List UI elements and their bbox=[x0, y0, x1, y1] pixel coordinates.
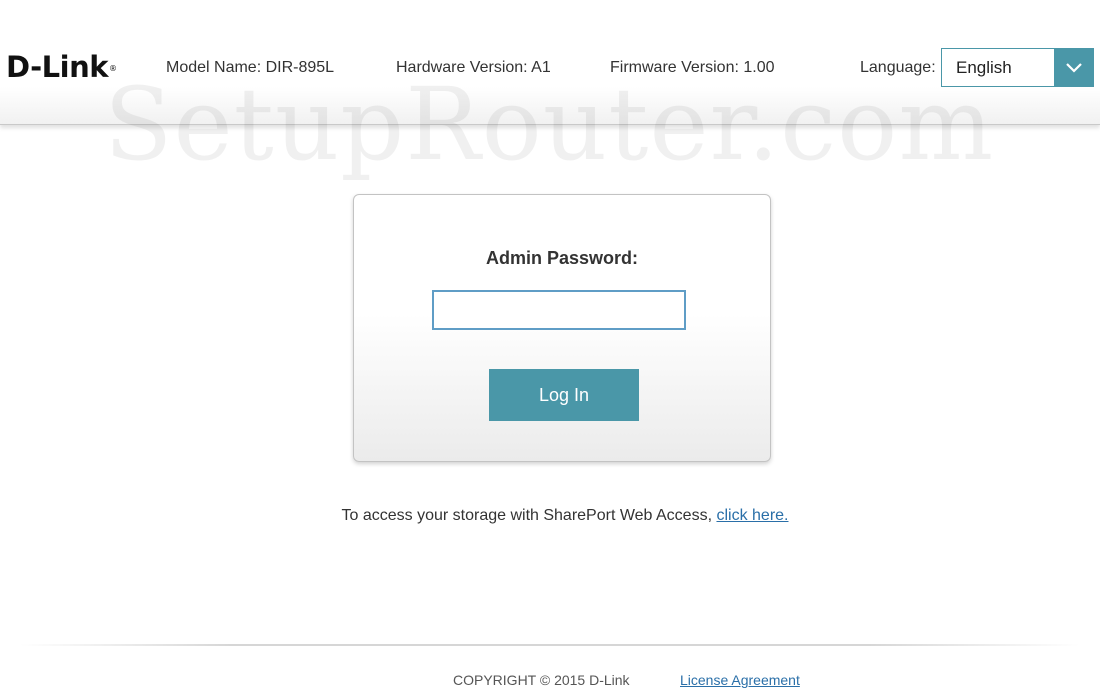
login-button[interactable]: Log In bbox=[489, 369, 639, 421]
language-value: English bbox=[956, 58, 1012, 77]
copyright-text: COPYRIGHT © 2015 D-Link bbox=[453, 672, 630, 688]
language-label: Language: bbox=[860, 59, 936, 76]
admin-password-input[interactable] bbox=[432, 290, 686, 330]
footer-divider bbox=[20, 644, 1080, 646]
license-agreement-link[interactable]: License Agreement bbox=[680, 671, 800, 689]
logo-text: D-Link bbox=[6, 50, 109, 84]
login-panel: Admin Password: Log In bbox=[353, 194, 771, 462]
dlink-logo: D-Link® bbox=[6, 50, 117, 84]
registered-mark: ® bbox=[109, 64, 117, 73]
admin-password-label: Admin Password: bbox=[485, 248, 639, 268]
router-login-page: D-Link® Model Name: DIR-895L Hardware Ve… bbox=[0, 0, 1100, 695]
hardware-version: Hardware Version: A1 bbox=[396, 59, 551, 76]
shareport-text: To access your storage with SharePort We… bbox=[341, 507, 717, 524]
shareport-link[interactable]: click here. bbox=[716, 507, 788, 524]
language-select[interactable]: English bbox=[941, 48, 1094, 87]
firmware-version: Firmware Version: 1.00 bbox=[610, 59, 775, 76]
chevron-down-icon[interactable] bbox=[1054, 49, 1093, 86]
shareport-message: To access your storage with SharePort We… bbox=[0, 506, 1100, 526]
model-name: Model Name: DIR-895L bbox=[166, 59, 335, 76]
top-header: D-Link® Model Name: DIR-895L Hardware Ve… bbox=[0, 0, 1100, 125]
